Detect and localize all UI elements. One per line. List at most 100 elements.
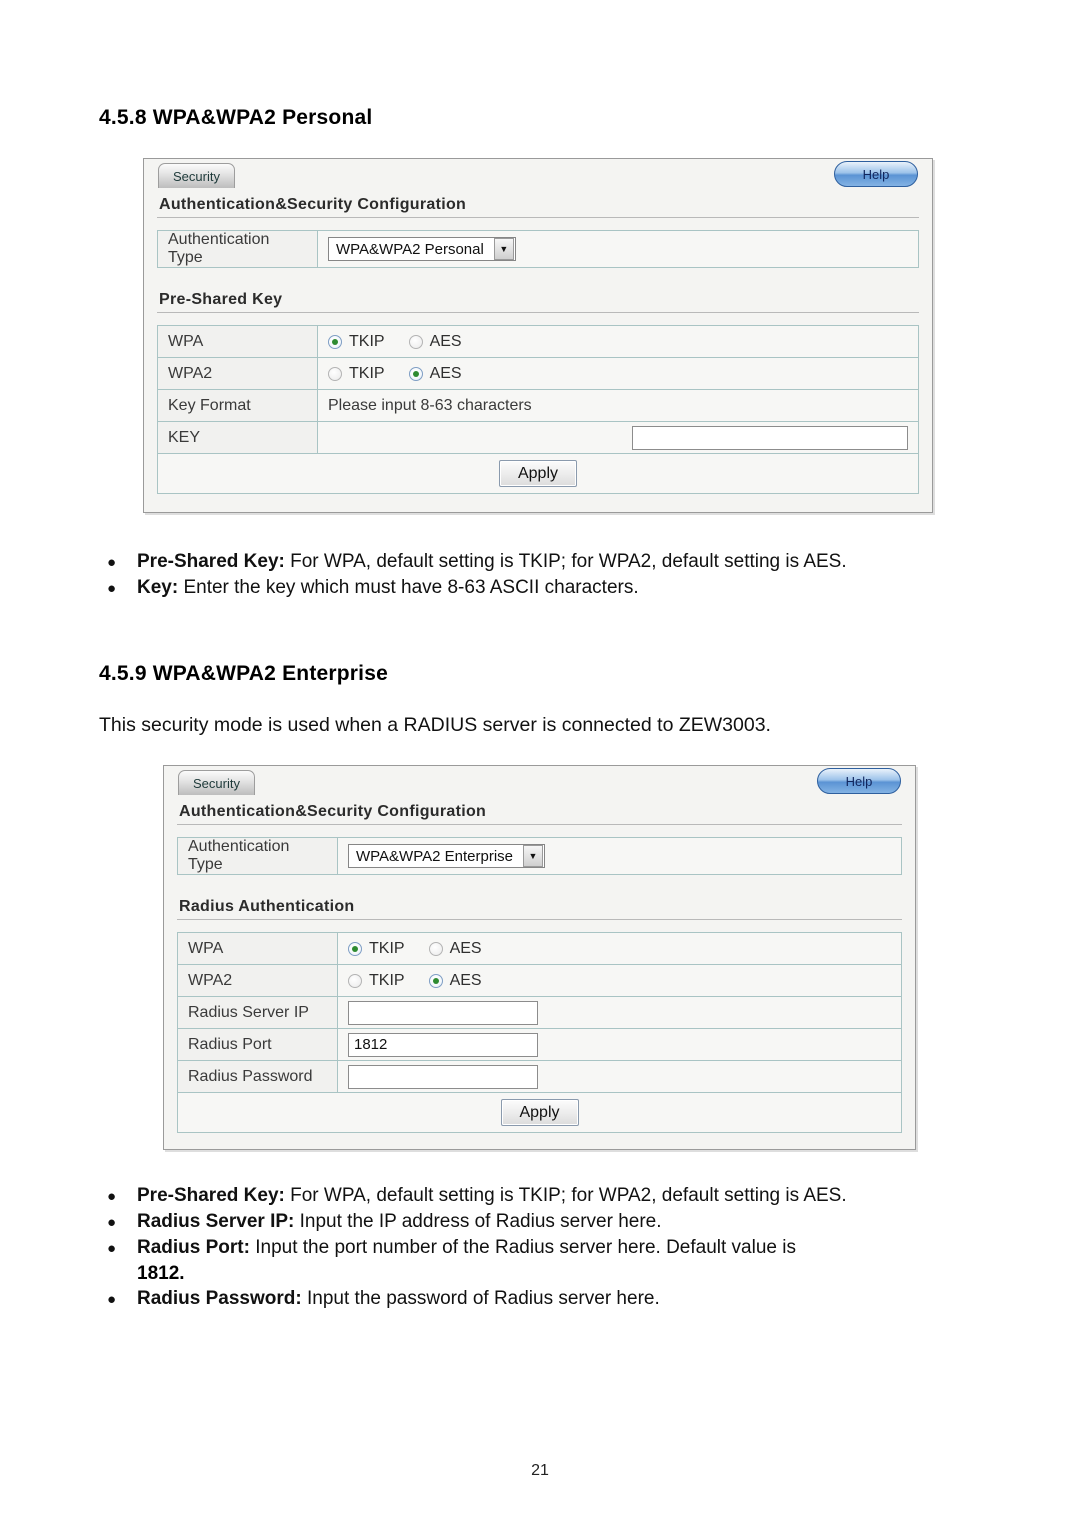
row-value-radius-server-ip xyxy=(337,996,902,1029)
row-label-wpa: WPA xyxy=(177,932,338,965)
auth-type-select[interactable]: WPA&WPA2 Personal ▼ xyxy=(328,237,516,261)
radio-icon-wpa-tkip[interactable] xyxy=(328,334,342,349)
bullet-term: Radius Port: xyxy=(137,1237,250,1258)
bullet-detail: Input the port number of the Radius serv… xyxy=(249,1237,796,1258)
apply-button-label: Apply xyxy=(517,464,559,482)
bullet-term: Radius Password: xyxy=(137,1288,302,1309)
bullet-detail: Input the password of Radius server here… xyxy=(301,1288,660,1309)
wpa-cipher-radio-group: TKIP AES xyxy=(348,940,891,958)
auth-type-value-cell: WPA&WPA2 Personal ▼ xyxy=(317,230,919,268)
bullet-detail: For WPA, default setting is TKIP; for WP… xyxy=(284,551,847,572)
auth-type-label: Authentication Type xyxy=(177,837,338,875)
tabstrip-enterprise: Security Help xyxy=(164,766,915,795)
security-panel-personal: Security Help Authentication&Security Co… xyxy=(143,158,933,513)
chevron-down-icon[interactable]: ▼ xyxy=(523,845,543,867)
bullet-list-459: ● Pre-Shared Key: For WPA, default setti… xyxy=(99,1183,1009,1312)
row-label-wpa: WPA xyxy=(157,325,318,358)
row-label-wpa2: WPA2 xyxy=(157,357,318,390)
bullet-term: Key: xyxy=(137,577,179,598)
panel-body-personal: Authentication&Security Configuration Au… xyxy=(157,187,919,494)
radio-option-wpa-tkip[interactable]: TKIP xyxy=(328,333,385,351)
apply-button[interactable]: Apply xyxy=(499,460,577,487)
bullet-icon: ● xyxy=(107,554,117,571)
auth-type-select[interactable]: WPA&WPA2 Enterprise ▼ xyxy=(348,844,545,868)
tab-security-label: Security xyxy=(173,168,220,184)
row-value-wpa2: TKIP AES xyxy=(317,357,919,390)
table-row: Radius Server IP xyxy=(177,996,902,1029)
table-row: KEY xyxy=(157,421,919,454)
radio-icon-wpa2-tkip[interactable] xyxy=(328,366,342,381)
radio-label-wpa-aes: AES xyxy=(429,332,462,350)
bullet-detail: For WPA, default setting is TKIP; for WP… xyxy=(284,1185,847,1206)
radio-option-wpa2-aes[interactable]: AES xyxy=(408,365,462,383)
radio-icon-wpa2-tkip[interactable] xyxy=(348,973,362,988)
row-label-key: KEY xyxy=(157,421,318,454)
bullet-text: Radius Port: Input the port number of th… xyxy=(137,1235,1009,1260)
help-button-label: Help xyxy=(845,773,873,789)
auth-type-selected-value: WPA&WPA2 Personal xyxy=(336,240,484,258)
radius-port-input[interactable]: 1812 xyxy=(348,1032,538,1057)
bullet-text: Pre-Shared Key: For WPA, default setting… xyxy=(137,1183,1009,1208)
group-title-auth-config: Authentication&Security Configuration xyxy=(177,796,902,825)
apply-cell-enterprise: Apply xyxy=(177,1092,902,1133)
row-label-radius-port: Radius Port xyxy=(177,1028,338,1061)
table-row: Radius Port 1812 xyxy=(177,1028,902,1061)
bullet-text: Radius Server IP: Input the IP address o… xyxy=(137,1209,1009,1234)
panel-body-enterprise: Authentication&Security Configuration Au… xyxy=(177,794,902,1133)
radio-icon-wpa2-aes[interactable] xyxy=(428,973,443,988)
radio-label-wpa2-tkip: TKIP xyxy=(369,971,405,989)
radius-password-input[interactable] xyxy=(348,1064,538,1089)
radio-label-wpa-aes: AES xyxy=(449,939,482,957)
preshared-key-table: WPA TKIP AES WPA2 TKIP AES Key Format Pl… xyxy=(157,325,919,494)
auth-type-table: Authentication Type WPA&WPA2 Enterprise … xyxy=(177,837,902,875)
radio-option-wpa-tkip[interactable]: TKIP xyxy=(348,940,405,958)
section-heading-459: 4.5.9 WPA&WPA2 Enterprise xyxy=(99,662,388,685)
radio-icon-wpa-aes[interactable] xyxy=(408,334,423,349)
bullet-term: Radius Server IP: xyxy=(137,1211,295,1232)
bullet-text: Key: Enter the key which must have 8-63 … xyxy=(137,575,999,600)
row-value-radius-port: 1812 xyxy=(337,1028,902,1061)
radius-port-value: 1812 xyxy=(354,1036,388,1053)
radio-icon-wpa2-aes[interactable] xyxy=(408,366,423,381)
radius-server-ip-input[interactable] xyxy=(348,1000,538,1025)
radio-option-wpa2-tkip[interactable]: TKIP xyxy=(348,972,405,990)
radio-icon-wpa-tkip[interactable] xyxy=(348,941,362,956)
section-heading-458: 4.5.8 WPA&WPA2 Personal xyxy=(99,106,373,129)
tab-security[interactable]: Security xyxy=(158,163,235,188)
row-label-key-format: Key Format xyxy=(157,389,318,422)
auth-type-label: Authentication Type xyxy=(157,230,318,268)
bullet-term: Pre-Shared Key: xyxy=(137,551,285,572)
table-row: WPA TKIP AES xyxy=(157,325,919,358)
table-row: WPA2 TKIP AES xyxy=(177,964,902,997)
row-value-key xyxy=(317,421,919,454)
row-label-wpa2: WPA2 xyxy=(177,964,338,997)
radio-icon-wpa-aes[interactable] xyxy=(428,941,443,956)
row-value-key-format: Please input 8-63 characters xyxy=(317,389,919,422)
help-button-label: Help xyxy=(862,166,890,182)
apply-button-label: Apply xyxy=(519,1103,560,1121)
tab-security[interactable]: Security xyxy=(178,770,255,795)
wpa2-cipher-radio-group: TKIP AES xyxy=(328,365,908,383)
table-row: WPA TKIP AES xyxy=(177,932,902,965)
radio-option-wpa2-tkip[interactable]: TKIP xyxy=(328,365,385,383)
apply-button[interactable]: Apply xyxy=(500,1099,579,1126)
bullet-icon: ● xyxy=(107,580,117,597)
table-row: Authentication Type WPA&WPA2 Personal ▼ xyxy=(157,230,919,268)
key-input[interactable] xyxy=(632,425,908,450)
radio-label-wpa2-aes: AES xyxy=(449,971,482,989)
help-button[interactable]: Help xyxy=(834,161,918,187)
radius-auth-table: WPA TKIP AES WPA2 TKIP AES Radius Server… xyxy=(177,932,902,1133)
chevron-down-icon[interactable]: ▼ xyxy=(493,238,514,260)
bullet-icon: ● xyxy=(107,1188,117,1205)
bullet-icon: ● xyxy=(107,1240,117,1257)
radio-option-wpa2-aes[interactable]: AES xyxy=(428,971,482,990)
table-row: Key Format Please input 8-63 characters xyxy=(157,389,919,422)
row-label-radius-server-ip: Radius Server IP xyxy=(177,996,338,1029)
help-button[interactable]: Help xyxy=(817,768,901,794)
row-value-wpa: TKIP AES xyxy=(337,932,902,965)
radio-option-wpa-aes[interactable]: AES xyxy=(428,939,482,958)
radio-option-wpa-aes[interactable]: AES xyxy=(408,332,462,351)
bullet-detail: Input the IP address of Radius server he… xyxy=(294,1211,662,1232)
list-item: ● Pre-Shared Key: For WPA, default setti… xyxy=(99,1183,1009,1209)
row-value-wpa: TKIP AES xyxy=(317,325,919,358)
